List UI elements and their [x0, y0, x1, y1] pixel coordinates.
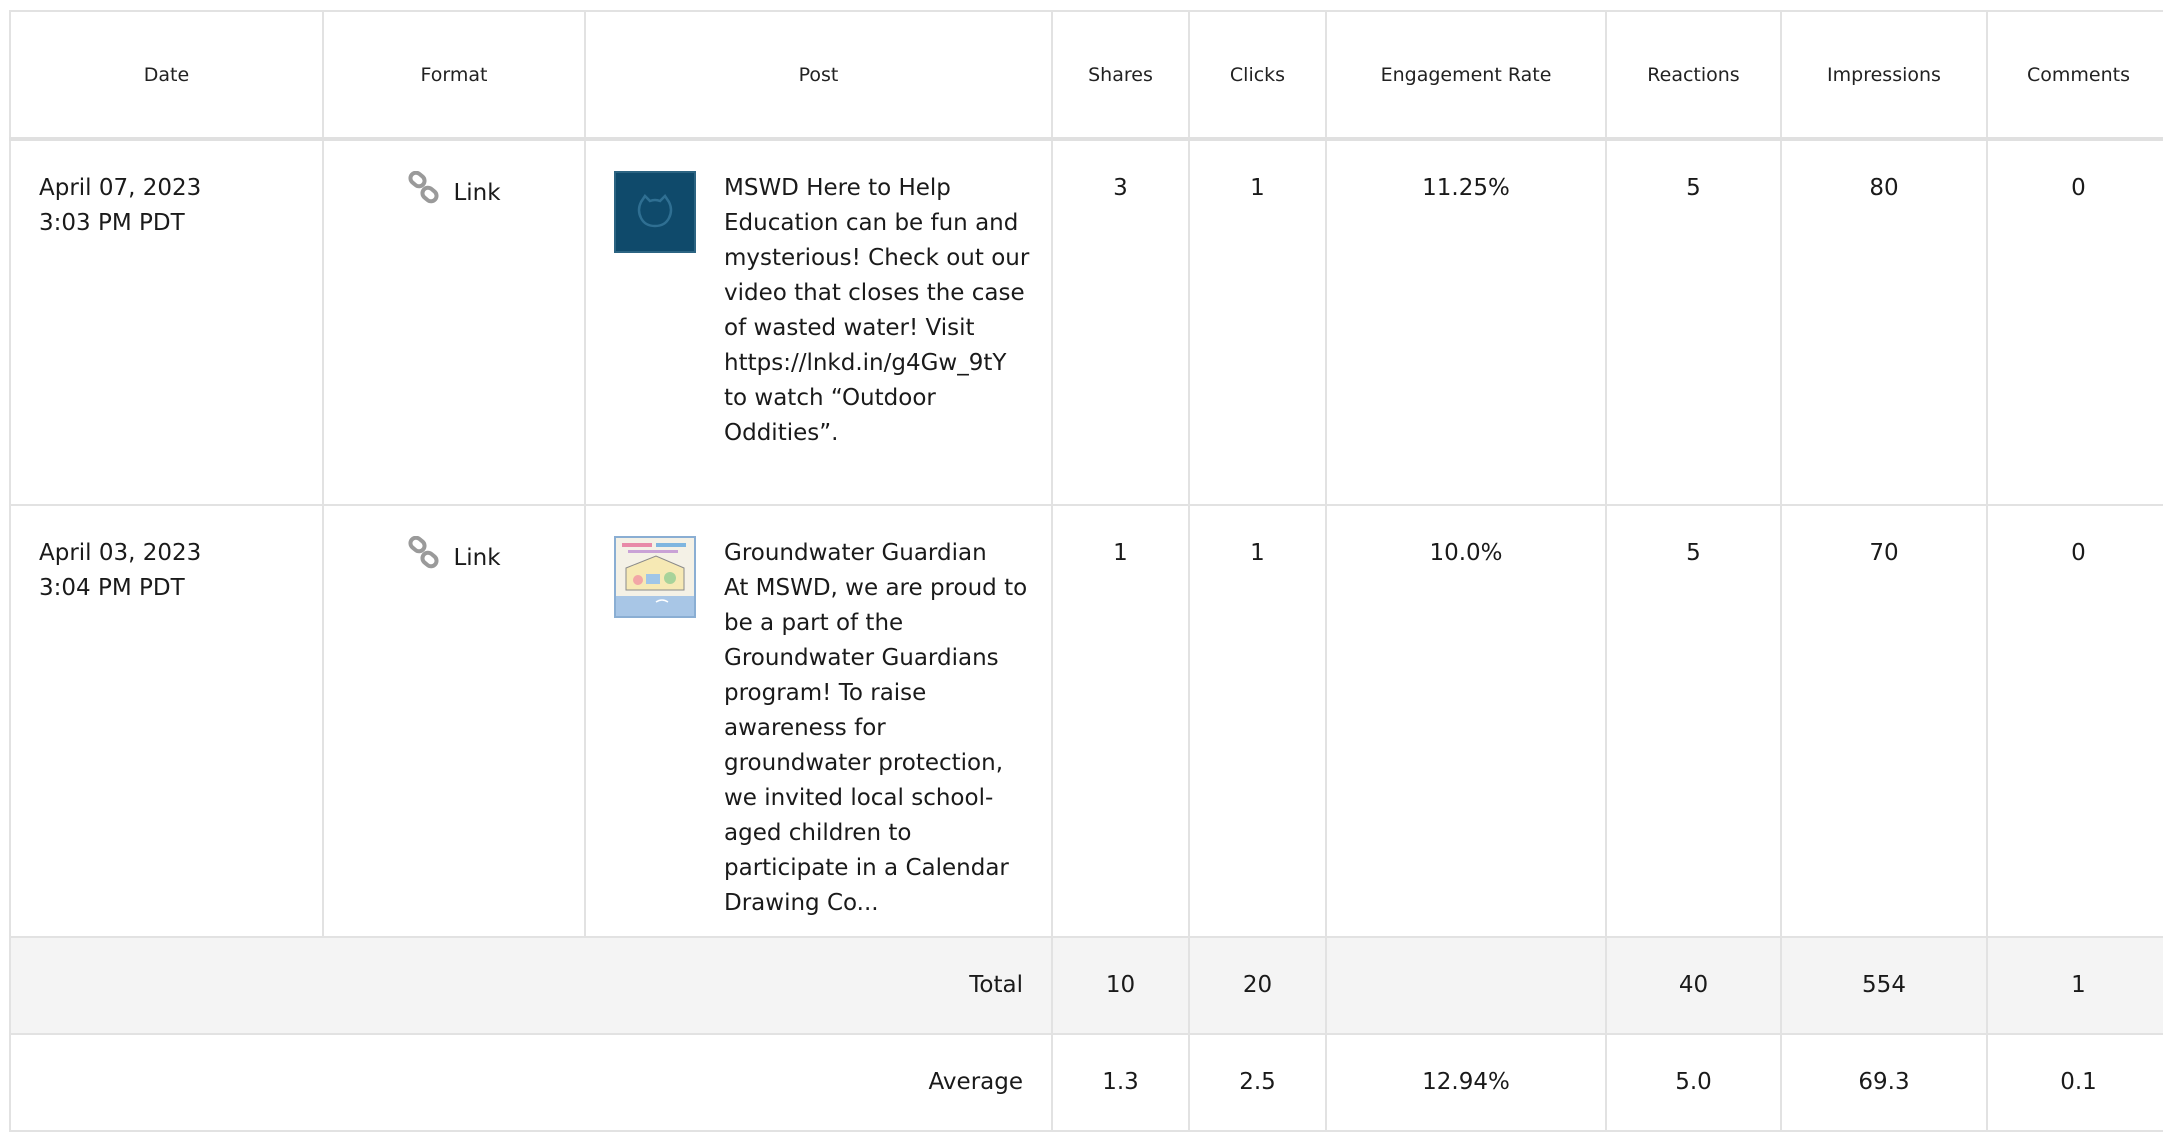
column-header-date[interactable]: Date	[9, 10, 324, 141]
average-comments: 0.1	[1986, 1033, 2163, 1132]
column-header-comments[interactable]: Comments	[1986, 10, 2163, 141]
logo-thumbnail[interactable]	[614, 171, 696, 253]
column-header-impressions[interactable]: Impressions	[1780, 10, 1988, 141]
column-header-format[interactable]: Format	[322, 10, 586, 141]
average-row: Average 1.3 2.5 12.94% 5.0 69.3 0.1	[9, 1033, 2163, 1132]
total-shares: 10	[1051, 936, 1190, 1035]
column-header-post[interactable]: Post	[584, 10, 1053, 141]
post-cell[interactable]: Groundwater Guardian At MSWD, we are pro…	[584, 504, 1053, 938]
engagement-rate-cell: 11.25%	[1325, 138, 1607, 506]
total-comments: 1	[1986, 936, 2163, 1035]
format-label: Link	[453, 180, 501, 206]
post-cell[interactable]: MSWD Here to Help Education can be fun a…	[584, 138, 1053, 506]
impressions-cell: 70	[1780, 504, 1988, 938]
link-icon	[407, 170, 441, 216]
average-engagement-rate: 12.94%	[1325, 1033, 1607, 1132]
column-header-engagement-rate[interactable]: Engagement Rate	[1325, 10, 1607, 141]
posts-table: Date Format Post Shares Clicks Engagemen…	[9, 10, 2163, 1132]
column-header-shares[interactable]: Shares	[1051, 10, 1190, 141]
shares-cell: 3	[1051, 138, 1190, 506]
average-impressions: 69.3	[1780, 1033, 1988, 1132]
date-cell: April 07, 2023 3:03 PM PDT	[9, 138, 324, 506]
total-clicks: 20	[1188, 936, 1327, 1035]
average-reactions: 5.0	[1605, 1033, 1782, 1132]
post-text[interactable]: At MSWD, we are proud to be a part of th…	[724, 571, 1031, 921]
reactions-cell: 5	[1605, 504, 1782, 938]
shares-cell: 1	[1051, 504, 1190, 938]
clicks-cell: 1	[1188, 138, 1327, 506]
post-text[interactable]: MSWD Here to Help Education can be fun a…	[724, 171, 1031, 451]
impressions-cell: 80	[1780, 138, 1988, 506]
table-row: April 07, 2023 3:03 PM PDT Link MSWD Her…	[9, 138, 2163, 506]
total-reactions: 40	[1605, 936, 1782, 1035]
date-cell: April 03, 2023 3:04 PM PDT	[9, 504, 324, 938]
posts-table-container: Date Format Post Shares Clicks Engagemen…	[9, 10, 2163, 1132]
post-date: April 03, 2023	[39, 540, 202, 566]
header-row: Date Format Post Shares Clicks Engagemen…	[9, 10, 2163, 141]
table-row: April 03, 2023 3:04 PM PDT Link Groundwa…	[9, 504, 2163, 938]
column-header-reactions[interactable]: Reactions	[1605, 10, 1782, 141]
average-clicks: 2.5	[1188, 1033, 1327, 1132]
total-label: Total	[9, 936, 1053, 1035]
engagement-rate-cell: 10.0%	[1325, 504, 1607, 938]
post-time: 3:04 PM PDT	[39, 575, 185, 601]
format-cell: Link	[322, 504, 586, 938]
total-engagement-rate	[1325, 936, 1607, 1035]
average-shares: 1.3	[1051, 1033, 1190, 1132]
column-header-clicks[interactable]: Clicks	[1188, 10, 1327, 141]
comments-cell: 0	[1986, 138, 2163, 506]
post-time: 3:03 PM PDT	[39, 210, 185, 236]
total-impressions: 554	[1780, 936, 1988, 1035]
total-row: Total 10 20 40 554 1	[9, 936, 2163, 1035]
drawing-thumbnail[interactable]	[614, 536, 696, 618]
reactions-cell: 5	[1605, 138, 1782, 506]
average-label: Average	[9, 1033, 1053, 1132]
link-icon	[407, 535, 441, 581]
comments-cell: 0	[1986, 504, 2163, 938]
post-title[interactable]: Groundwater Guardian	[724, 536, 1031, 571]
clicks-cell: 1	[1188, 504, 1327, 938]
format-label: Link	[453, 545, 501, 571]
post-date: April 07, 2023	[39, 175, 202, 201]
format-cell: Link	[322, 138, 586, 506]
